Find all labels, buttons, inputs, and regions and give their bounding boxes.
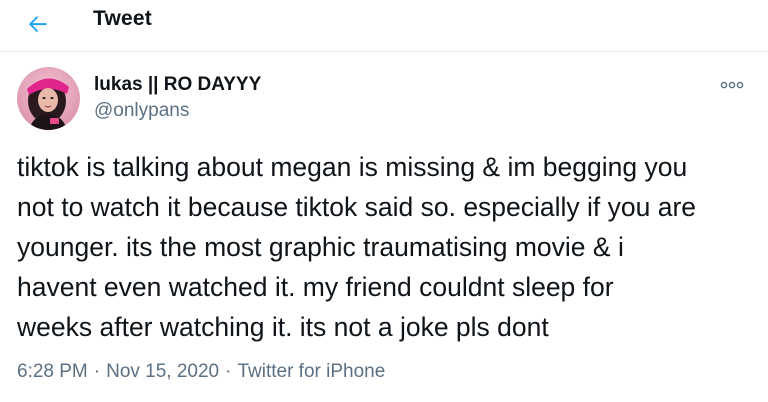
more-options-button[interactable] — [718, 76, 746, 94]
tweet-body-text: tiktok is talking about megan is missing… — [17, 152, 697, 342]
meta-separator: · — [93, 361, 101, 382]
back-arrow-icon — [28, 16, 47, 33]
tweet-time[interactable]: 6:28 PM — [17, 361, 88, 383]
more-options-icon — [720, 81, 744, 89]
tweet-detail-page: Tweet lukas || RO DAYYY @onlypans tiktok… — [0, 0, 768, 402]
avatar-image — [17, 67, 80, 130]
tweet-date[interactable]: Nov 15, 2020 — [106, 361, 219, 383]
avatar[interactable] — [17, 67, 80, 130]
tweet-metadata: 6:28 PM · Nov 15, 2020 · Twitter for iPh… — [17, 361, 385, 383]
meta-separator: · — [225, 361, 232, 382]
back-button[interactable] — [22, 8, 54, 40]
top-header: Tweet — [0, 0, 768, 52]
author-handle[interactable]: @onlypans — [94, 100, 189, 122]
author-display-name[interactable]: lukas || RO DAYYY — [94, 74, 261, 96]
page-title: Tweet — [93, 7, 152, 30]
tweet-source[interactable]: Twitter for iPhone — [237, 361, 385, 383]
